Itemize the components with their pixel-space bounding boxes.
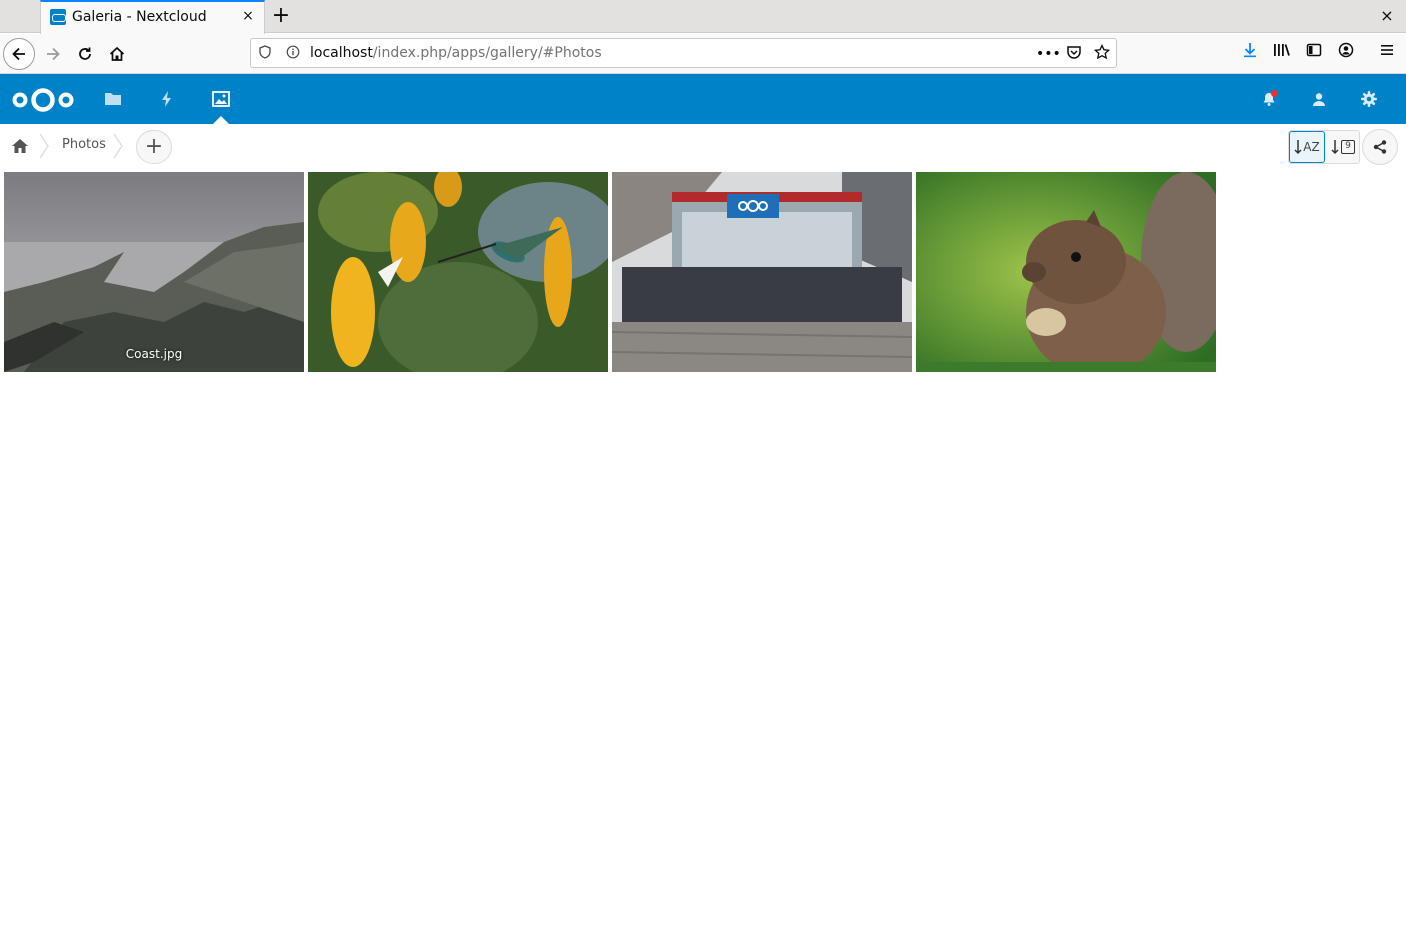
- activity-app-icon[interactable]: [155, 87, 179, 111]
- url-host: localhost: [310, 45, 373, 61]
- url-path: /index.php/apps/gallery/#Photos: [372, 45, 602, 61]
- reload-button[interactable]: [69, 38, 101, 70]
- photo-tile[interactable]: [916, 172, 1216, 372]
- sort-controls: AZ 9: [1288, 130, 1360, 164]
- forward-button[interactable]: [37, 38, 69, 70]
- sidebar-icon[interactable]: [1303, 42, 1325, 64]
- hummingbird-photo: [308, 172, 608, 372]
- gear-icon: [1361, 91, 1377, 107]
- bookmark-star-icon[interactable]: [1092, 43, 1112, 64]
- url-text[interactable]: localhost/index.php/apps/gallery/#Photos: [310, 45, 602, 61]
- nextcloud-header: [0, 74, 1406, 124]
- sort-date-label: 9: [1345, 141, 1351, 151]
- nextcloud-logo-icon[interactable]: [12, 86, 74, 114]
- browser-nav-bar: localhost/index.php/apps/gallery/#Photos…: [0, 34, 1406, 74]
- notification-badge: [1271, 90, 1278, 97]
- active-app-indicator: [213, 116, 229, 124]
- downloads-icon[interactable]: [1239, 42, 1261, 64]
- tab-title: Galeria - Nextcloud: [72, 9, 207, 25]
- sort-by-name-button[interactable]: AZ: [1289, 131, 1325, 163]
- info-icon[interactable]: [284, 45, 302, 63]
- home-icon: [109, 46, 125, 61]
- browser-tab[interactable]: Galeria - Nextcloud ×: [40, 0, 265, 34]
- gallery-app-icon[interactable]: [209, 87, 233, 111]
- breadcrumb-home[interactable]: [10, 136, 30, 156]
- menu-icon[interactable]: [1376, 42, 1398, 64]
- gallery-controls: Photos + AZ 9: [0, 124, 1406, 170]
- sort-arrow-icon: [1294, 140, 1302, 155]
- share-button[interactable]: [1362, 129, 1398, 165]
- sort-arrow-icon: [1331, 140, 1339, 155]
- pocket-icon[interactable]: [1064, 44, 1084, 64]
- contacts-button[interactable]: [1307, 87, 1331, 111]
- tab-close-icon[interactable]: ×: [240, 7, 256, 25]
- breadcrumb-separator: [113, 133, 123, 159]
- nextcloud-favicon-icon: [50, 9, 66, 25]
- sort-by-date-button[interactable]: 9: [1325, 131, 1361, 163]
- breadcrumb-separator: [39, 133, 49, 159]
- new-tab-button[interactable]: +: [268, 3, 294, 29]
- photo-gallery: Coast.jpg: [4, 172, 1216, 372]
- page-actions-icon[interactable]: •••: [1036, 44, 1061, 64]
- contacts-icon: [1313, 93, 1325, 106]
- share-icon: [1373, 140, 1387, 154]
- home-icon: [12, 139, 28, 153]
- squirrel-photo: [916, 172, 1216, 372]
- arrow-right-icon: [47, 47, 60, 61]
- home-button[interactable]: [101, 38, 133, 70]
- community-photo: [612, 172, 912, 372]
- back-button[interactable]: [3, 38, 35, 70]
- settings-button[interactable]: [1357, 87, 1381, 111]
- photo-tile[interactable]: [308, 172, 608, 372]
- window-close-button[interactable]: ×: [1376, 4, 1398, 28]
- add-button[interactable]: +: [136, 130, 172, 164]
- browser-tab-strip: Galeria - Nextcloud × + ×: [0, 0, 1406, 34]
- photo-tile[interactable]: [612, 172, 912, 372]
- account-icon[interactable]: [1335, 42, 1357, 64]
- sort-name-label: AZ: [1303, 140, 1320, 154]
- photo-caption: Coast.jpg: [125, 347, 183, 361]
- notifications-button[interactable]: [1257, 87, 1281, 111]
- calendar-icon: 9: [1341, 140, 1355, 154]
- reload-icon: [79, 47, 91, 60]
- coast-photo: [4, 172, 304, 372]
- breadcrumb-photos[interactable]: Photos: [62, 137, 106, 152]
- arrow-left-icon: [12, 47, 25, 61]
- files-app-icon[interactable]: [101, 87, 125, 111]
- url-bar[interactable]: localhost/index.php/apps/gallery/#Photos…: [250, 38, 1117, 68]
- shield-icon[interactable]: [256, 45, 274, 63]
- library-icon[interactable]: [1271, 42, 1293, 64]
- photo-tile[interactable]: Coast.jpg: [4, 172, 304, 372]
